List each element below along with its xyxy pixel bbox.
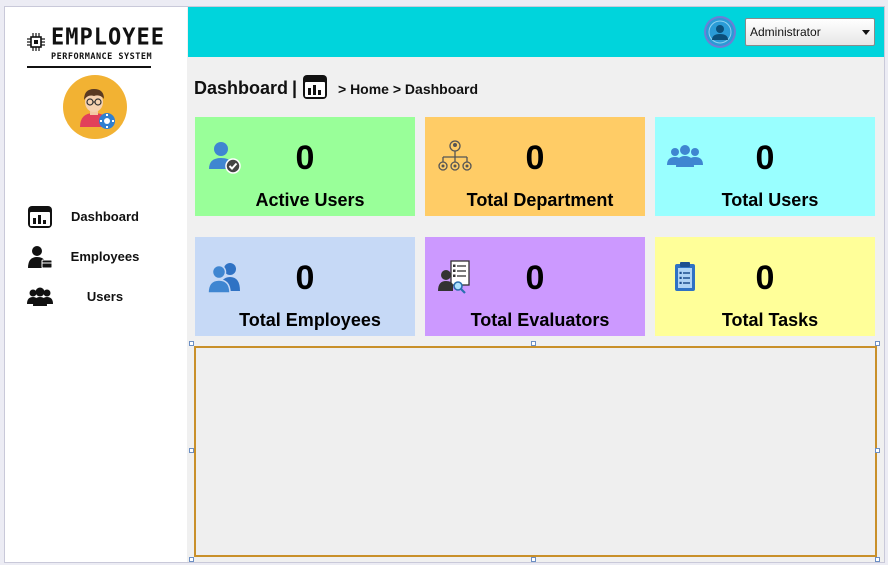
card-total-users[interactable]: 0 Total Users [655,117,875,216]
top-bar: Administrator [188,7,884,57]
logo-subtitle: PERFORMANCE SYSTEM [51,52,153,62]
sidebar-item-employees[interactable]: Employees [5,237,187,277]
logo-underline [27,66,151,68]
logo-title: EMPLOYEE [51,24,165,51]
breadcrumb: > Home > Dashboard [338,81,479,97]
card-label: Total Evaluators [470,310,610,330]
sidebar-item-dashboard[interactable]: Dashboard [5,197,187,237]
resize-handle[interactable] [875,557,880,562]
card-value: 0 [755,139,775,177]
chip-icon [27,33,45,51]
user-avatar-icon [706,18,734,46]
admin-avatar-icon [80,89,115,129]
breadcrumb-separator: | [292,78,298,98]
content-panel[interactable] [194,346,877,557]
card-label: Total Tasks [721,310,819,330]
department-icon [438,140,472,171]
card-label: Total Users [721,190,819,210]
resize-handle[interactable] [531,557,536,562]
card-value: 0 [295,139,315,177]
sidebar: EMPLOYEE PERFORMANCE SYSTEM Dashboard Em… [5,7,187,562]
resize-handle[interactable] [531,341,536,346]
user-avatar[interactable] [704,16,736,48]
active-user-icon [209,142,241,174]
resize-handle[interactable] [189,448,194,453]
sidebar-item-label: Employees [70,249,140,264]
sidebar-item-label: Users [86,289,124,304]
evaluator-icon [438,260,470,294]
sidebar-item-users[interactable]: Users [5,277,187,317]
sidebar-item-label: Dashboard [71,209,139,224]
card-active-users[interactable]: 0 Active Users [195,117,415,216]
resize-handle[interactable] [875,341,880,346]
dashboard-icon [303,75,327,99]
role-select[interactable]: Administrator [745,18,875,46]
resize-handle[interactable] [189,341,194,346]
card-total-employees[interactable]: 0 Total Employees [195,237,415,336]
chevron-down-icon [862,30,870,35]
users-group-icon [667,145,703,167]
card-value: 0 [755,259,775,297]
users-icon [27,287,53,306]
page-title: Dashboard [194,78,289,98]
card-total-evaluators[interactable]: 0 Total Evaluators [425,237,645,336]
role-select-value: Administrator [750,25,821,39]
card-label: Active Users [255,190,365,210]
card-value: 0 [525,139,545,177]
card-label: Total Employees [239,310,381,330]
card-value: 0 [525,259,545,297]
card-label: Total Department [466,190,614,210]
resize-handle[interactable] [189,557,194,562]
card-total-department[interactable]: 0 Total Department [425,117,645,216]
app-logo: EMPLOYEE PERFORMANCE SYSTEM [25,24,164,71]
profile-avatar [63,75,127,139]
tasks-icon [675,262,695,291]
employee-icon [28,246,53,269]
resize-handle[interactable] [875,448,880,453]
dashboard-icon [28,206,52,228]
employees-icon [207,263,240,294]
card-total-tasks[interactable]: 0 Total Tasks [655,237,875,336]
card-value: 0 [295,259,315,297]
